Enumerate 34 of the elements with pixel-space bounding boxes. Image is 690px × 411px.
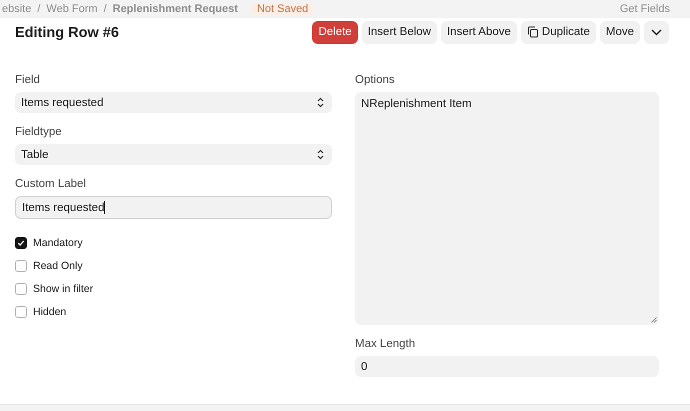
action-button[interactable]: Insert Above — [440, 20, 517, 44]
status-indicator: Not Saved — [252, 3, 314, 15]
checkbox-label: Read Only — [33, 260, 83, 272]
field-label: Options — [355, 74, 396, 86]
select-field[interactable]: Items requested — [15, 92, 332, 113]
chevron-icon — [317, 97, 324, 108]
checkbox[interactable] — [15, 306, 27, 318]
input-field[interactable]: Items requested — [15, 196, 332, 219]
checkbox-label: Mandatory — [33, 237, 83, 249]
checkbox-label: Show in filter — [33, 283, 94, 295]
caret-icon — [651, 28, 662, 36]
field-label: Max Length — [355, 338, 416, 350]
duplicate-button[interactable]: Duplicate — [520, 20, 596, 44]
checkbox[interactable] — [15, 283, 27, 295]
more-button[interactable] — [644, 20, 669, 44]
checkbox[interactable] — [15, 237, 27, 249]
action-button[interactable]: Insert Below — [362, 20, 437, 44]
dialog-title: Editing Row #6 — [15, 25, 119, 41]
select-field[interactable]: Table — [15, 144, 332, 165]
textarea-field[interactable]: NReplenishment Item — [355, 92, 659, 325]
field-label: Field — [15, 74, 41, 86]
chevron-icon — [317, 149, 324, 160]
breadcrumb-separator: / — [104, 3, 107, 15]
action-button[interactable]: Move — [600, 20, 640, 44]
field-label: Custom Label — [15, 178, 87, 190]
input-field[interactable]: 0 — [355, 356, 659, 377]
checkbox-label: Hidden — [33, 306, 66, 318]
checkbox[interactable] — [15, 260, 27, 272]
copy-icon — [526, 26, 539, 38]
breadcrumb-separator: / — [37, 3, 40, 15]
field-label: Fieldtype — [15, 126, 63, 138]
resize-handle-icon[interactable] — [651, 317, 657, 323]
check-icon — [17, 239, 25, 247]
delete-button[interactable]: Delete — [312, 20, 358, 44]
